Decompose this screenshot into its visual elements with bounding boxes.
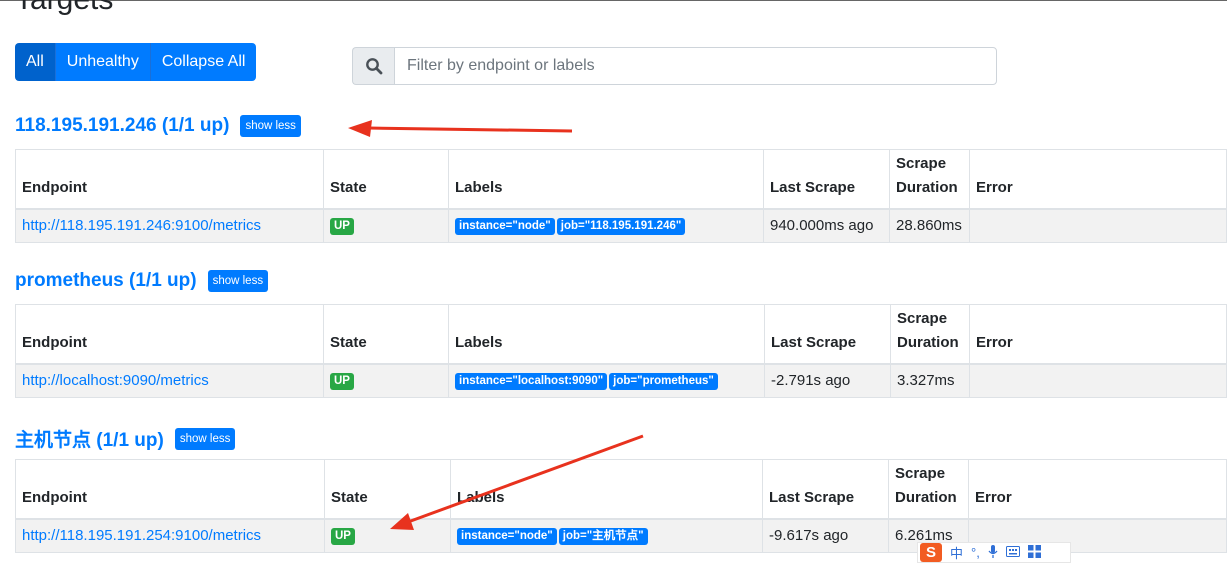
grid-icon[interactable] xyxy=(1027,544,1041,561)
page-title: Targets xyxy=(15,0,113,18)
state-column-header: State xyxy=(324,459,451,520)
last-scrape-cell: 940.000ms ago xyxy=(763,208,890,243)
scrape-duration-header-line2: Duration xyxy=(896,178,958,196)
state-column-header: State xyxy=(323,149,449,210)
last-scrape-cell: -9.617s ago xyxy=(762,518,889,553)
table-header-row: Endpoint State Labels Last Scrape Scrape… xyxy=(15,459,1227,520)
state-badge: UP xyxy=(330,218,354,236)
target-group-title[interactable]: 主机节点 (1/1 up) xyxy=(15,425,164,452)
labels-column-header: Labels xyxy=(448,304,765,365)
target-group-title[interactable]: prometheus (1/1 up) xyxy=(15,270,197,292)
labels-cell: instance="node" job="主机节点" xyxy=(450,518,763,553)
endpoint-link[interactable]: http://118.195.191.254:9100/metrics xyxy=(22,527,261,544)
target-group-header: 118.195.191.246 (1/1 up) show less xyxy=(15,115,301,137)
scrape-duration-header-line1: Scrape xyxy=(896,154,947,172)
endpoint-link[interactable]: http://118.195.191.246:9100/metrics xyxy=(22,217,261,234)
all-filter-button[interactable]: All xyxy=(15,43,56,81)
error-column-header: Error xyxy=(969,304,1227,365)
table-row: http://localhost:9090/metrics UP instanc… xyxy=(15,363,1227,398)
window-top-edge xyxy=(0,0,1227,1)
scrape-duration-header-line1: Scrape xyxy=(897,309,948,327)
error-column-header: Error xyxy=(968,459,1227,520)
last-scrape-cell: -2.791s ago xyxy=(764,363,891,398)
error-cell xyxy=(969,208,1227,243)
target-group-title[interactable]: 118.195.191.246 (1/1 up) xyxy=(15,115,229,137)
scrape-duration-column-header: Scrape Duration xyxy=(888,459,969,520)
ime-logo[interactable]: S xyxy=(920,543,942,562)
labels-column-header: Labels xyxy=(448,149,764,210)
ime-mode-label[interactable]: 中 xyxy=(950,543,963,562)
ime-punctuation-label[interactable]: °, xyxy=(971,545,980,560)
table-row: http://118.195.191.246:9100/metrics UP i… xyxy=(15,208,1227,243)
state-column-header: State xyxy=(323,304,449,365)
error-column-header: Error xyxy=(969,149,1227,210)
ime-toolbar[interactable]: S 中 °, xyxy=(917,542,1071,563)
endpoint-column-header: Endpoint xyxy=(15,149,324,210)
last-scrape-column-header: Last Scrape xyxy=(762,459,889,520)
scrape-duration-header-line1: Scrape xyxy=(895,464,946,482)
unhealthy-filter-button[interactable]: Unhealthy xyxy=(55,43,151,81)
keyboard-icon[interactable] xyxy=(1005,545,1020,560)
search-box xyxy=(352,47,997,85)
label-badge: instance="node" xyxy=(455,218,555,236)
targets-table: Endpoint State Labels Last Scrape Scrape… xyxy=(15,149,1227,243)
search-input[interactable] xyxy=(394,47,997,85)
scrape-duration-header-line2: Duration xyxy=(895,488,957,506)
filter-button-group: All Unhealthy Collapse All xyxy=(15,43,257,81)
endpoint-column-header: Endpoint xyxy=(15,459,325,520)
microphone-icon[interactable] xyxy=(988,544,998,561)
labels-column-header: Labels xyxy=(450,459,763,520)
scrape-duration-column-header: Scrape Duration xyxy=(890,304,970,365)
scrape-duration-cell: 28.860ms xyxy=(889,208,970,243)
state-badge: UP xyxy=(330,373,354,391)
scrape-duration-cell: 3.327ms xyxy=(890,363,970,398)
labels-cell: instance="node" job="118.195.191.246" xyxy=(448,208,764,243)
scrape-duration-column-header: Scrape Duration xyxy=(889,149,970,210)
table-header-row: Endpoint State Labels Last Scrape Scrape… xyxy=(15,149,1227,210)
show-less-button[interactable]: show less xyxy=(174,427,236,450)
targets-table: Endpoint State Labels Last Scrape Scrape… xyxy=(15,304,1227,398)
endpoint-column-header: Endpoint xyxy=(15,304,324,365)
show-less-button[interactable]: show less xyxy=(207,270,269,292)
label-badge: instance="node" xyxy=(457,528,557,546)
label-badge: job="主机节点" xyxy=(558,528,648,546)
annotation-arrow xyxy=(348,120,573,137)
show-less-button[interactable]: show less xyxy=(240,115,301,137)
targets-table: Endpoint State Labels Last Scrape Scrape… xyxy=(15,459,1227,553)
target-group-header: prometheus (1/1 up) show less xyxy=(15,270,269,292)
search-icon xyxy=(352,47,394,85)
label-badge: instance="localhost:9090" xyxy=(455,373,608,391)
last-scrape-column-header: Last Scrape xyxy=(764,304,891,365)
labels-cell: instance="localhost:9090" job="prometheus… xyxy=(448,363,765,398)
target-group-header: 主机节点 (1/1 up) show less xyxy=(15,425,236,452)
collapse-all-button[interactable]: Collapse All xyxy=(150,43,257,81)
endpoint-link[interactable]: http://localhost:9090/metrics xyxy=(22,372,209,389)
error-cell xyxy=(969,363,1227,398)
state-badge: UP xyxy=(331,528,355,546)
scrape-duration-header-line2: Duration xyxy=(897,333,959,351)
label-badge: job="prometheus" xyxy=(609,373,718,391)
last-scrape-column-header: Last Scrape xyxy=(763,149,890,210)
table-header-row: Endpoint State Labels Last Scrape Scrape… xyxy=(15,304,1227,365)
label-badge: job="118.195.191.246" xyxy=(556,218,686,236)
